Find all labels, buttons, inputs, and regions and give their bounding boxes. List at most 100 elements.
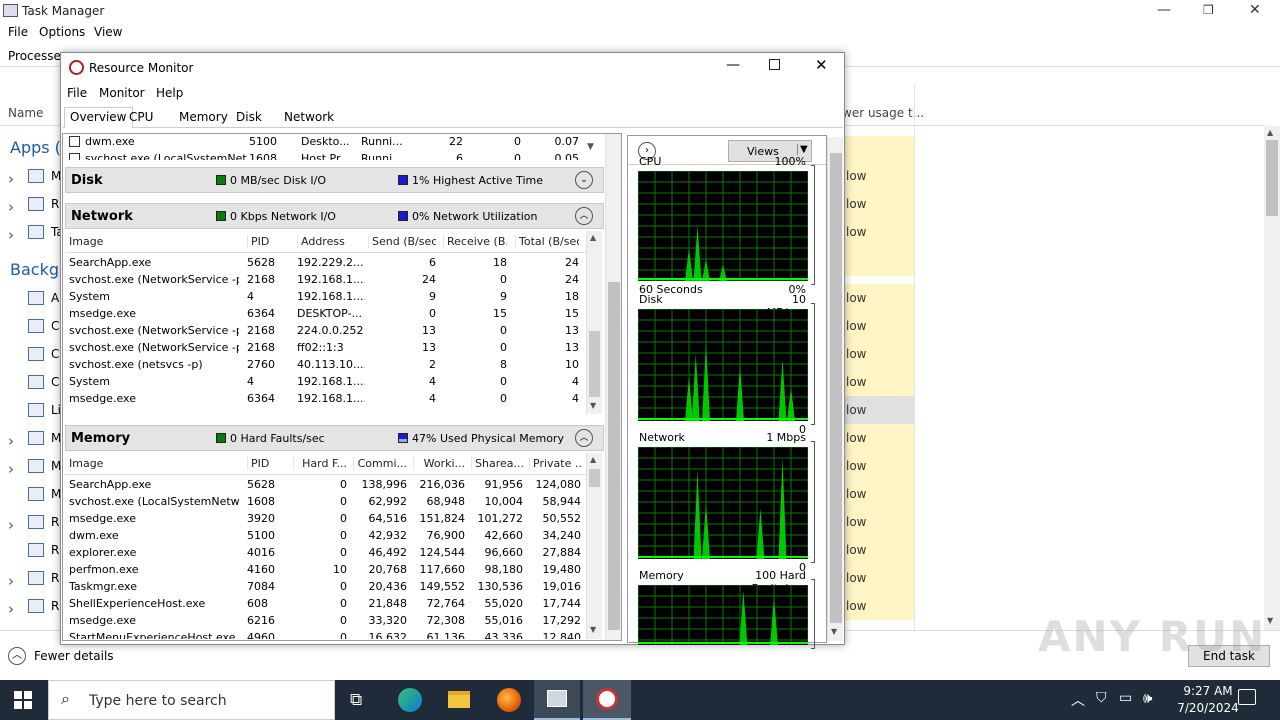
tab-disk[interactable]: Disk [236, 110, 262, 124]
memory-column-header[interactable]: Sharea... [471, 457, 523, 470]
tab-cpu[interactable]: CPU [129, 110, 153, 124]
tab-overview[interactable]: Overview [64, 107, 133, 128]
network-cell: DESKTOP-... [297, 307, 362, 320]
notifications-icon[interactable] [1238, 689, 1256, 705]
memory-table-row[interactable]: perfmon.exe 4160 10 20,768 117,660 98,180 19,4… [65, 563, 586, 580]
network-column-header[interactable]: Send (B/sec) [368, 235, 436, 248]
memory-table-row[interactable]: msedge.exe 3920 0 64,516 151,824 101,272 50,55… [65, 512, 586, 529]
column-power-usage[interactable]: wer usage t... [842, 106, 924, 120]
network-tray-icon[interactable]: ▭ [1119, 690, 1132, 706]
network-column-header[interactable]: Total (B/sec) [515, 235, 579, 248]
network-section-header[interactable]: Network 0 Kbps Network I/O 0% Network Ut… [65, 203, 604, 229]
clock-time[interactable]: 9:27 AM [1172, 684, 1244, 698]
network-table-row[interactable]: svchost.exe (netsvcs -p) 2760 40.113.10...… [65, 358, 586, 375]
graphs-scrollbar[interactable]: ▼ [827, 137, 843, 641]
disk-section-header[interactable]: Disk 0 MB/sec Disk I/O 1% Highest Active… [65, 167, 604, 193]
memory-column-header[interactable]: PID [247, 457, 291, 470]
network-collapse-icon[interactable]: ︿ [575, 207, 593, 225]
network-table-row[interactable]: msedge.exe 6364 192.168.1.... 4 0 4 [65, 392, 586, 409]
network-table-row[interactable]: SearchApp.exe 5628 192.229.2... 6 18 24 [65, 256, 586, 273]
network-table-row[interactable]: svchost.exe (NetworkService -p) 2168 192.1… [65, 273, 586, 290]
expand-arrow-icon[interactable]: › [8, 516, 14, 534]
network-column-header[interactable]: Image [69, 235, 239, 248]
menu-view[interactable]: View [94, 25, 122, 39]
tab-memory[interactable]: Memory [179, 110, 228, 124]
network-table-row[interactable]: System 4 192.168.1.... 9 9 18 [65, 290, 586, 307]
cpu-table-scroll-down[interactable]: ▼ [587, 142, 594, 152]
cpu-row-avg: 0.05 [554, 152, 580, 160]
show-hidden-icons[interactable]: ︿ [1071, 690, 1085, 710]
rm-close-icon[interactable]: ✕ [815, 56, 828, 74]
menu-file[interactable]: File [8, 25, 28, 39]
disk-active-stat: 1% Highest Active Time [398, 174, 543, 187]
expand-arrow-icon[interactable]: › [8, 170, 14, 188]
rm-minimize-icon[interactable]: — [726, 57, 740, 73]
taskbar-task-manager[interactable] [534, 680, 580, 720]
network-column-header[interactable]: Address [297, 235, 365, 248]
start-windows-icon[interactable] [14, 691, 32, 709]
memory-column-header[interactable]: Commi... [353, 457, 407, 470]
memory-table-row[interactable]: explorer.exe 4016 0 46,492 124,544 96,660 27,8… [65, 546, 586, 563]
menu-options[interactable]: Options [39, 25, 85, 39]
row-checkbox[interactable] [69, 136, 80, 147]
rm-menu-help[interactable]: Help [156, 86, 183, 100]
rm-menu-file[interactable]: File [67, 86, 87, 100]
rm-maximize-icon[interactable] [769, 59, 780, 70]
network-column-header[interactable]: Receive (B... [443, 235, 507, 248]
close-icon[interactable]: ✕ [1249, 2, 1261, 18]
network-table-row[interactable]: svchost.exe (NetworkService -p) 2168 224.0… [65, 324, 586, 341]
memory-table-row[interactable]: ShellExperienceHost.exe 608 0 21,848 72,764 5… [65, 597, 586, 614]
network-table-row[interactable]: svchost.exe (NetworkService -p) 2168 ff02:… [65, 341, 586, 358]
memory-table-row[interactable]: SearchApp.exe 5628 0 138,996 216,036 91,956 12… [65, 478, 586, 495]
expand-arrow-icon[interactable]: › [8, 572, 14, 590]
memory-column-header[interactable]: Image [69, 457, 239, 470]
memory-cell: 16,632 [368, 631, 408, 639]
volume-tray-icon[interactable]: 🕪 [1143, 689, 1152, 707]
memory-column-header[interactable]: Hard F... [293, 457, 347, 470]
maximize-icon[interactable]: ❐ [1203, 3, 1214, 17]
memory-column-header[interactable]: Worki... [413, 457, 465, 470]
network-cell: 0 [500, 392, 507, 405]
tab-network[interactable]: Network [284, 110, 334, 124]
expand-arrow-icon[interactable]: › [8, 432, 14, 450]
memory-table-row[interactable]: Taskmgr.exe 7084 0 20,436 149,552 130,536 19,0… [65, 580, 586, 597]
expand-arrow-icon[interactable]: › [8, 198, 14, 216]
memory-cell: 117,660 [419, 563, 466, 576]
rm-menu-monitor[interactable]: Monitor [99, 86, 145, 100]
memory-table-row[interactable]: svchost.exe (LocalSystemNetwo... 1608 0 62,… [65, 495, 586, 512]
memory-collapse-icon[interactable]: ︿ [575, 429, 593, 447]
power-usage-value: low [846, 543, 867, 557]
minimize-icon[interactable]: — [1157, 2, 1171, 18]
file-explorer-icon[interactable] [448, 691, 470, 708]
memory-table-row[interactable]: dwm.exe 5100 0 42,932 76,900 42,660 34,240 [65, 529, 586, 546]
expand-arrow-icon[interactable]: › [8, 226, 14, 244]
network-column-header[interactable]: PID [247, 235, 291, 248]
fewer-details-link[interactable]: Fewer details [34, 649, 114, 663]
expand-arrow-icon[interactable]: › [8, 600, 14, 618]
left-panel-scrollbar[interactable] [605, 134, 621, 640]
security-tray-icon[interactable]: ⛉ [1096, 690, 1107, 706]
memory-table-row[interactable]: StartMenuExperienceHost.exe 4960 0 16,632 61… [65, 631, 586, 639]
resource-monitor-taskbar-icon [596, 688, 618, 710]
network-table-row[interactable]: System 4 192.168.1.... 4 0 4 [65, 375, 586, 392]
tab-processes[interactable]: Processes [8, 49, 67, 63]
memory-section-header[interactable]: Memory 0 Hard Faults/sec 47% Used Physic… [65, 425, 604, 451]
memory-table-scrollbar[interactable]: ▲ ▼ [586, 453, 602, 639]
green-legend-icon [216, 433, 226, 443]
edge-icon[interactable] [398, 688, 422, 712]
row-checkbox[interactable] [69, 153, 80, 160]
fewer-details-icon[interactable]: ︿ [8, 647, 26, 665]
expand-arrow-icon[interactable]: › [8, 460, 14, 478]
task-manager-scrollbar[interactable]: ▲ ▼ [1264, 126, 1280, 630]
network-table-row[interactable]: msedge.exe 6364 DESKTOP-... 0 15 15 [65, 307, 586, 324]
memory-column-header[interactable]: Private ... [529, 457, 581, 470]
taskbar-resource-monitor[interactable] [583, 680, 631, 720]
firefox-icon[interactable] [497, 688, 521, 712]
taskbar-search-box[interactable]: ⌕ Type here to search [48, 680, 335, 720]
disk-expand-icon[interactable]: ⌄ [575, 171, 593, 189]
network-table-scrollbar[interactable]: ▲ ▼ [586, 231, 602, 414]
memory-table-row[interactable]: msedge.exe 6216 0 33,320 72,308 55,016 17,292 [65, 614, 586, 631]
task-view-icon[interactable]: ⧉ [350, 690, 362, 710]
column-name[interactable]: Name [8, 106, 43, 120]
memory-cell: 6216 [247, 614, 275, 627]
